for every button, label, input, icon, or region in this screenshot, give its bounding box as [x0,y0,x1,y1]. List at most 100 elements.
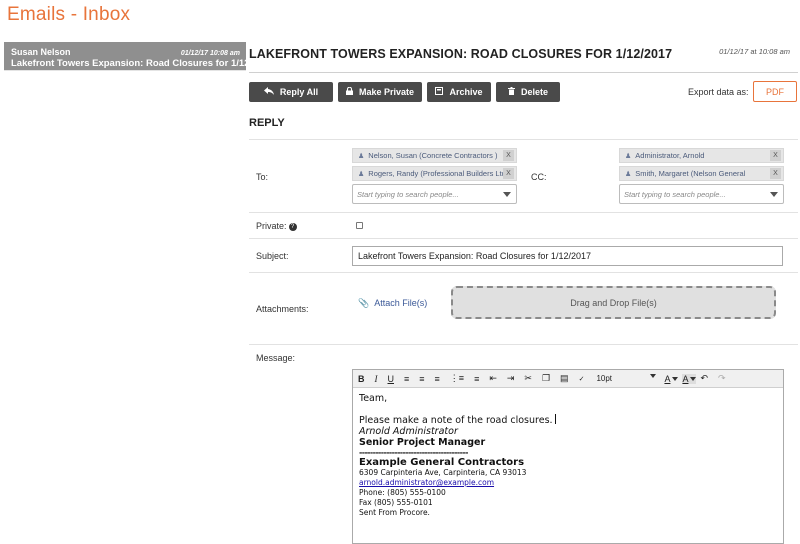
italic-icon[interactable]: I [375,374,378,384]
recipient-token: ♟ Nelson, Susan (Concrete Contractors ) … [352,148,517,163]
email-time-value: 10:08 am [758,47,790,56]
question-circle-icon[interactable]: ? [288,223,297,231]
subject-input[interactable]: Lakefront Towers Expansion: Road Closure… [352,246,783,266]
inbox-item-sender: Susan Nelson [11,47,71,57]
trash-icon [507,87,515,97]
signature-company: Example General Contractors [359,457,525,468]
signature-separator: ---------------------------------------- [359,448,468,457]
private-label-text: Private: [256,221,287,231]
recipient-name: Rogers, Randy (Professional Builders Ltd… [368,169,511,178]
row-divider [249,212,798,213]
message-body[interactable]: Team, Please make a note of the road clo… [353,388,783,522]
bullet-list-icon[interactable]: ⋮≡ [450,373,464,384]
person-icon: ♟ [358,152,365,160]
recipient-name: Nelson, Susan (Concrete Contractors ) [368,151,498,160]
signature-address: 6309 Carpinteria Ave, Carpinteria, CA 93… [359,468,527,477]
remove-recipient-button[interactable]: X [770,168,781,179]
text-color-icon[interactable]: A [664,374,679,384]
outdent-icon[interactable]: ⇤ [489,373,497,384]
reply-all-label: Reply All [279,87,319,97]
attach-files-link[interactable]: 📎 Attach File(s) [358,298,427,309]
cc-search-input[interactable]: Start typing to search people... [619,184,784,204]
numbered-list-icon[interactable]: ≡ [474,374,479,384]
private-checkbox[interactable] [356,222,363,229]
message-line-text: Please make a note of the road closures. [359,415,553,426]
email-date: 01/12/17 at 10:08 am [690,47,790,56]
chevron-down-icon [650,374,657,378]
bold-icon[interactable]: B [358,374,365,384]
signature-title: Senior Project Manager [359,437,486,448]
recipient-token: ♟ Smith, Margaret (Nelson General X [619,166,784,181]
remove-recipient-button[interactable]: X [503,150,514,161]
recipient-token: ♟ Rogers, Randy (Professional Builders L… [352,166,517,181]
inbox-divider [4,70,246,71]
to-search-input[interactable]: Start typing to search people... [352,184,517,204]
copy-icon[interactable]: ❐ [542,373,550,384]
inbox-item-time: 01/12/17 10:08 am [180,50,240,57]
signature-email-link[interactable]: arnold.administrator@example.com [359,478,494,487]
chevron-down-icon[interactable] [770,192,778,197]
row-divider [249,139,798,140]
reply-heading: REPLY [249,117,285,129]
to-recipients-field: ♟ Nelson, Susan (Concrete Contractors ) … [352,148,517,204]
file-dropzone[interactable]: Drag and Drop File(s) [451,286,776,319]
text-cursor [554,414,556,424]
remove-recipient-button[interactable]: X [503,168,514,179]
row-divider [249,238,798,239]
paperclip-icon: 📎 [358,298,370,308]
align-center-icon[interactable]: ≡ [419,374,424,384]
font-size-select[interactable]: 10pt [596,374,657,383]
archive-icon [435,87,444,97]
inbox-item-subject: Lakefront Towers Expansion: Road Closure… [11,58,274,69]
private-label: Private:? [256,221,297,231]
inbox-list-item[interactable]: Susan Nelson 01/12/17 10:08 am Lakefront… [4,42,274,70]
make-private-label: Make Private [358,87,415,97]
row-divider [249,272,798,273]
attachments-label: Attachments: [256,304,309,314]
search-placeholder: Start typing to search people... [357,189,459,199]
search-placeholder: Start typing to search people... [624,189,726,199]
undo-icon[interactable]: ↶ [700,373,708,384]
signature-fax: Fax (805) 555-0101 [359,498,433,507]
align-right-icon[interactable]: ≡ [435,374,440,384]
align-left-icon[interactable]: ≡ [404,374,409,384]
message-label: Message: [256,353,296,363]
delete-button[interactable]: Delete [496,82,560,102]
spellcheck-icon[interactable]: ✓ [579,375,585,383]
remove-recipient-button[interactable]: X [770,150,781,161]
archive-button[interactable]: Archive [427,82,491,102]
page-title: Emails - Inbox [7,4,131,25]
archive-label: Archive [449,87,483,97]
email-toolbar: Reply All Make Private Archive Delete [249,82,560,102]
export-pdf-button[interactable]: PDF [753,81,797,102]
recipient-name: Administrator, Arnold [635,151,705,160]
paste-icon[interactable]: ▤ [560,373,569,384]
message-editor[interactable]: B I U ≡ ≡ ≡ ⋮≡ ≡ ⇤ ⇥ ✂ ❐ ▤ ✓ 10pt A A ↶ … [352,369,784,544]
reply-all-button[interactable]: Reply All [249,82,333,102]
redo-icon[interactable]: ↷ [718,373,726,384]
font-size-value: 10pt [596,374,613,383]
export-label: Export data as: [688,87,749,97]
make-private-button[interactable]: Make Private [338,82,422,102]
sent-from-text: Sent From Procore. [359,508,430,517]
heading-divider [249,72,798,73]
email-date-at: at [750,47,757,56]
person-icon: ♟ [625,152,632,160]
indent-icon[interactable]: ⇥ [507,373,515,384]
highlight-color-icon[interactable]: A [682,373,697,384]
chevron-down-icon[interactable] [503,192,511,197]
underline-icon[interactable]: U [388,374,395,384]
email-subject-heading: LAKEFRONT TOWERS EXPANSION: ROAD CLOSURE… [249,47,673,61]
editor-toolbar: B I U ≡ ≡ ≡ ⋮≡ ≡ ⇤ ⇥ ✂ ❐ ▤ ✓ 10pt A A ↶ … [353,370,783,388]
person-icon: ♟ [625,170,632,178]
recipient-name: Smith, Margaret (Nelson General [635,169,746,178]
cc-label: CC: [531,172,547,182]
lock-icon [345,86,353,97]
cc-recipients-field: ♟ Administrator, Arnold X ♟ Smith, Marga… [619,148,784,204]
reply-icon [263,87,274,97]
row-divider [249,344,798,345]
recipient-token: ♟ Administrator, Arnold X [619,148,784,163]
message-line: Please make a note of the road closures. [359,414,777,426]
cut-icon[interactable]: ✂ [524,373,532,384]
attach-files-label: Attach File(s) [374,298,428,308]
